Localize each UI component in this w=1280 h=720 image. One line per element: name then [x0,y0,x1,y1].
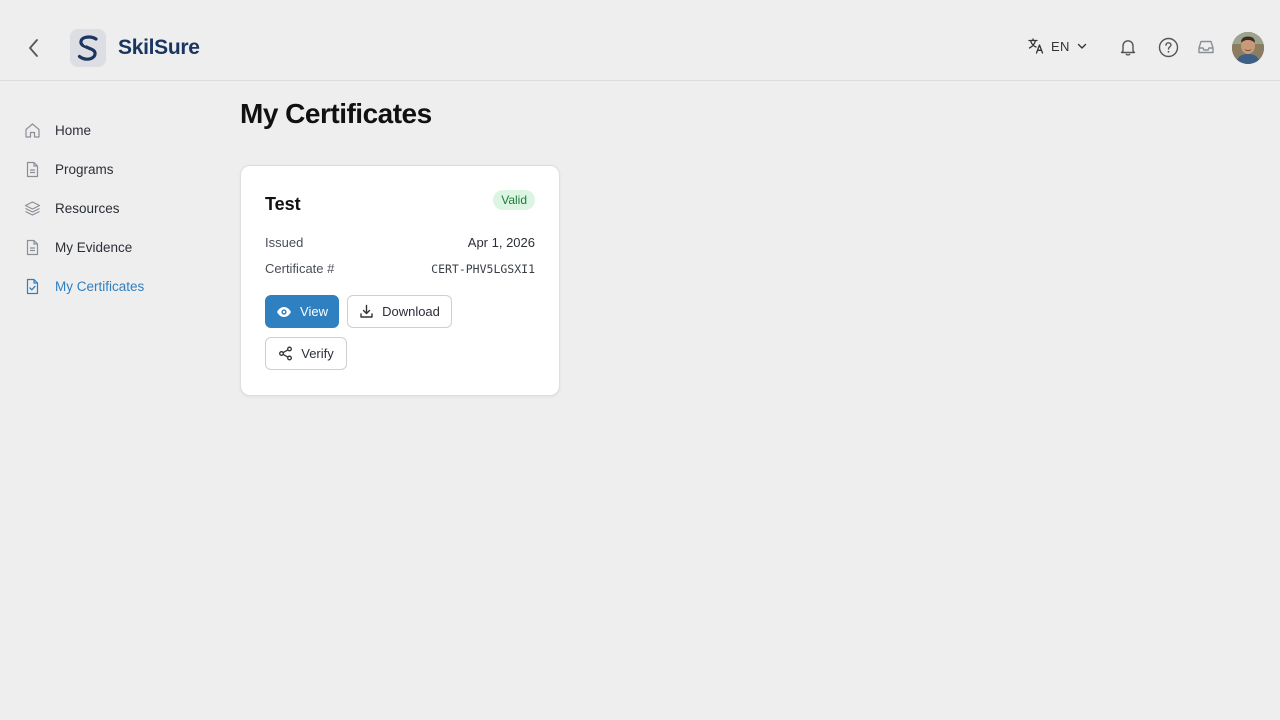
bell-icon [1120,40,1136,56]
layers-icon [24,200,41,217]
certificate-number-label: Certificate # [265,261,335,276]
document-icon [24,161,41,178]
language-code: EN [1051,38,1070,54]
document-icon [24,239,41,256]
sidebar-item-label: My Evidence [55,239,133,255]
certificate-number-value: CERT-PHV5LGSXI1 [431,261,535,276]
chevron-left-icon [29,39,38,57]
language-selector[interactable]: EN [1027,37,1088,55]
back-button[interactable] [20,34,48,62]
avatar-photo-icon [1232,32,1264,64]
sidebar-item-home[interactable]: Home [24,117,91,143]
certificate-name: Test [265,194,301,214]
help-button[interactable] [1157,36,1179,58]
download-button[interactable]: Download [347,295,452,328]
page-title: My Certificates [240,98,432,129]
chevron-down-icon [1077,43,1086,49]
sidebar-item-label: Programs [55,161,114,177]
certificate-icon [24,278,41,295]
download-button-label: Download [382,304,440,319]
sidebar-item-programs[interactable]: Programs [24,156,114,182]
download-icon [360,304,373,318]
sidebar-item-label: Home [55,122,92,138]
issued-label: Issued [265,235,304,250]
verify-button[interactable]: Verify [265,337,347,370]
sidebar-item-resources[interactable]: Resources [24,195,120,221]
inbox-icon [1198,40,1214,54]
user-avatar[interactable] [1232,32,1264,64]
verify-button-label: Verify [301,346,334,361]
logo-icon [70,29,106,67]
sidebar-item-label: My Certificates [55,278,145,294]
certificate-card: Test Valid Issued Apr 1, 2026 Certificat… [240,165,560,396]
view-button-label: View [300,304,328,319]
translate-icon [1028,38,1044,54]
sidebar-item-label: Resources [55,200,120,216]
view-button[interactable]: View [265,295,339,328]
eye-icon [277,306,292,317]
share-icon [279,346,293,361]
status-badge: Valid [493,190,535,210]
certificate-number-row: Certificate # CERT-PHV5LGSXI1 [265,261,535,276]
sidebar-item-my-evidence[interactable]: My Evidence [24,234,132,260]
brand-logo[interactable]: SkilSure [70,29,200,67]
sidebar-item-my-certificates[interactable]: My Certificates [24,273,144,299]
help-icon [1158,37,1178,57]
inbox-button[interactable] [1195,36,1217,58]
brand-name: SkilSure [118,36,200,59]
top-header: SkilSure EN [0,0,1280,81]
issued-value: Apr 1, 2026 [467,235,535,250]
notifications-button[interactable] [1117,36,1139,58]
home-icon [24,122,41,139]
issued-row: Issued Apr 1, 2026 [265,235,535,250]
